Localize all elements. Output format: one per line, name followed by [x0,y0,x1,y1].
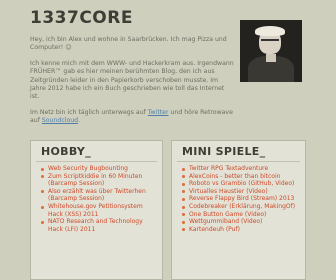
games-item[interactable]: Kartendeuh (Puf) [182,226,301,234]
soundcloud-link[interactable]: Soundcloud [42,117,78,124]
games-link-1[interactable]: Twitter RPG Textadventure [189,165,268,172]
games-item[interactable]: Twitter RPG Textadventure [182,165,301,173]
games-link-6[interactable]: Codebreaker (Erklärung, MakingOf) [189,203,295,210]
hobby-link-4[interactable]: Whitehouse.gov Petitionsystem Hack (XSS)… [48,203,143,218]
games-link-4[interactable]: Virtualles Haustier (Video) [189,188,268,195]
hobby-item[interactable]: Whitehouse.gov Petitionsystem Hack (XSS)… [41,203,158,218]
intro-paragraph-1: Hey, ich bin Alex und wohne in Saarbrück… [30,36,227,52]
games-link-5[interactable]: Reverse Flappy Bird (Stream) 2013 [189,195,294,202]
games-panel: MINI SPIELE_ Twitter RPG Textadventure A… [171,140,306,280]
games-link-7[interactable]: One Button Game (Video) [189,211,266,218]
games-link-9[interactable]: Kartendeuh (Puf) [189,226,240,233]
hobby-link-1[interactable]: Web Security Bugbounting [48,165,128,172]
twitter-link[interactable]: Twitter [148,109,169,116]
hobby-panel: HOBBY_ Web Security Bugbounting Zum Scri… [30,140,163,280]
hobby-link-5[interactable]: NATO Research and Technology Hack (LFI) … [48,218,143,233]
games-list: Twitter RPG Textadventure AlexCoins - be… [172,165,305,233]
hobby-item[interactable]: Zum Scriptkiddie in 60 Minuten (Barcamp … [41,173,158,188]
hobby-link-2[interactable]: Zum Scriptkiddie in 60 Minuten (Barcamp … [48,173,142,188]
intro-paragraph-3: Im Netz bin ich täglich unterwegs auf Tw… [30,109,235,126]
intro-paragraph-2: Ich kenne mich mit dem WWW- und Hackerkr… [30,59,234,101]
games-item[interactable]: Roboto vs Grambio (GitHub, Video) [182,180,301,188]
games-item[interactable]: Wettgummiband (Video) [182,218,301,226]
games-item[interactable]: One Button Game (Video) [182,211,301,219]
intro-p3-prefix: Im Netz bin ich täglich unterwegs auf [30,108,148,116]
hobby-item[interactable]: NATO Research and Technology Hack (LFI) … [41,218,158,233]
hobby-item[interactable]: Also erzählt was über Twitterhen (Barcam… [41,188,158,203]
hobby-list: Web Security Bugbounting Zum Scriptkiddi… [31,165,162,233]
games-link-8[interactable]: Wettgummiband (Video) [189,218,262,225]
site-title[interactable]: 1337CORE [30,8,133,28]
hobby-link-3[interactable]: Also erzählt was über Twitterhen (Barcam… [48,188,146,203]
intro-p3-suffix: . [78,117,81,125]
games-item[interactable]: Virtualles Haustier (Video) [182,188,301,196]
games-item[interactable]: AlexCoins - better than bitcoin [182,173,301,181]
games-item[interactable]: Reverse Flappy Bird (Stream) 2013 [182,195,301,203]
page: 1337CORE Hey, ich bin Alex und wohne in … [30,0,306,280]
games-divider [177,161,300,162]
photo-hat [255,26,285,36]
intro-section: Hey, ich bin Alex und wohne in Saarbrück… [30,36,235,133]
profile-photo [240,20,302,82]
hobby-divider [36,161,157,162]
games-link-2[interactable]: AlexCoins - better than bitcoin [189,173,280,180]
games-heading: MINI SPIELE_ [182,145,266,158]
photo-eyes [261,39,279,45]
hobby-item[interactable]: Web Security Bugbounting [41,165,158,173]
games-link-3[interactable]: Roboto vs Grambio (GitHub, Video) [189,180,294,187]
photo-collar [266,54,276,62]
hobby-heading: HOBBY_ [41,145,91,158]
games-item[interactable]: Codebreaker (Erklärung, MakingOf) [182,203,301,211]
